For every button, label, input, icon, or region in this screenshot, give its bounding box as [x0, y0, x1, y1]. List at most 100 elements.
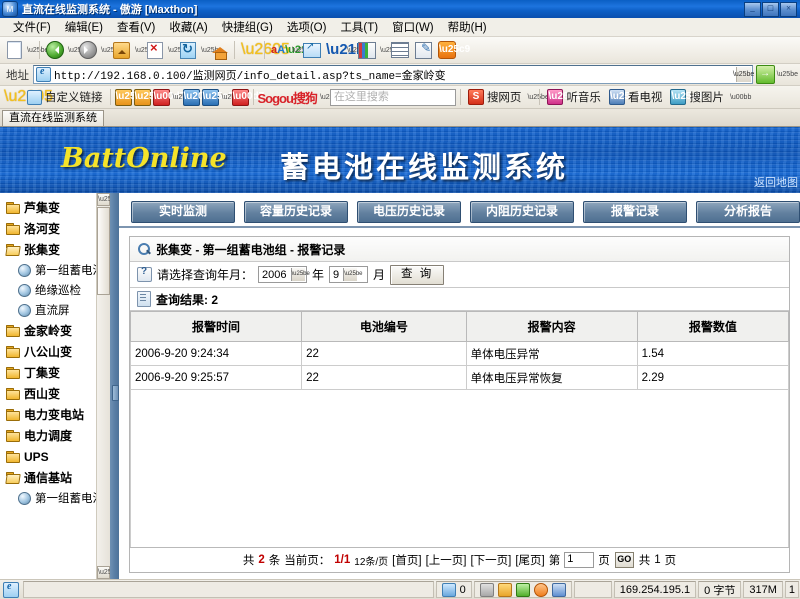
popup-window-button[interactable]: [301, 39, 323, 61]
tv-button[interactable]: \u25a3 看电视: [606, 88, 666, 106]
tree-node[interactable]: UPS: [2, 446, 110, 467]
rss-button[interactable]: \u25c9: [436, 39, 458, 61]
music-button[interactable]: \u266a 听音乐: [544, 88, 604, 106]
tree-node[interactable]: 电力变电站: [2, 404, 110, 425]
tree-node[interactable]: 第一组蓄电池组: [2, 260, 110, 280]
close-button[interactable]: ×: [780, 2, 797, 17]
address-dropdown-icon[interactable]: \u25be: [736, 67, 751, 82]
minimize-group-icon[interactable]: \u2013: [183, 89, 200, 106]
custom-links-item[interactable]: 自定义链接: [24, 88, 106, 106]
upload-dropdown-icon[interactable]: \u25be: [134, 47, 143, 54]
menu-item-group[interactable]: 快捷组(G): [215, 18, 280, 36]
back-button[interactable]: [44, 39, 66, 61]
close-all-icon[interactable]: \u00d7: [232, 89, 249, 106]
year-select[interactable]: 2006 \u25be: [258, 266, 307, 283]
splitter-collapse-handle[interactable]: [112, 385, 119, 401]
tree-node[interactable]: 张集变: [2, 239, 110, 260]
go-dropdown-icon[interactable]: \u25be: [775, 71, 798, 78]
search-input[interactable]: 在这里搜索: [330, 89, 456, 106]
upload-button[interactable]: [110, 39, 133, 61]
menu-item-favorites[interactable]: 收藏(A): [162, 18, 214, 36]
sogou-brand-label[interactable]: Sogou搜狗: [258, 88, 317, 107]
tree-node[interactable]: 八公山变: [2, 341, 110, 362]
module-tab[interactable]: 容量历史记录: [244, 201, 348, 223]
pager-prev-link[interactable]: [上一页]: [424, 552, 469, 568]
scroll-down-button[interactable]: \u25bc: [97, 566, 110, 579]
tree-node[interactable]: 绝缘巡检: [2, 280, 110, 300]
refresh-button[interactable]: [177, 39, 199, 61]
scroll-up-button[interactable]: \u25b2: [97, 193, 110, 206]
restore-group-icon[interactable]: \u25a3: [202, 89, 219, 106]
new-page-button[interactable]: [4, 39, 25, 61]
tree-node[interactable]: 洛河变: [2, 218, 110, 239]
close-tab-icon[interactable]: \u00d7: [153, 89, 170, 106]
back-to-map-link[interactable]: 返回地图: [754, 174, 798, 190]
filter-icon[interactable]: [498, 583, 512, 597]
month-chevron-down-icon[interactable]: \u25be: [343, 268, 357, 281]
translate-dropdown-icon[interactable]: \u25be: [291, 47, 300, 54]
tree-node[interactable]: 第一组蓄电池组: [2, 488, 110, 508]
search-web-dropdown-icon[interactable]: \u25be: [526, 94, 535, 101]
home-button[interactable]: [210, 39, 230, 61]
skin-dropdown-icon[interactable]: \u25be: [379, 47, 388, 54]
restore-button[interactable]: □: [762, 2, 779, 17]
forward-dropdown-icon[interactable]: \u25be: [100, 47, 109, 54]
menu-item-window[interactable]: 窗口(W): [385, 18, 441, 36]
menu-item-file[interactable]: 文件(F): [6, 18, 58, 36]
links-overflow-icon[interactable]: \u00bb: [729, 94, 738, 101]
back-dropdown-icon[interactable]: \u25be: [67, 47, 76, 54]
group-dropdown-icon[interactable]: \u25be: [221, 94, 230, 101]
tree-node[interactable]: 直流屏: [2, 300, 110, 320]
stop-button[interactable]: [144, 39, 166, 61]
pager-last-link[interactable]: [尾页]: [513, 552, 546, 568]
pager-go-button[interactable]: GO: [615, 552, 634, 568]
tree-node[interactable]: 电力调度: [2, 425, 110, 446]
menu-item-tools[interactable]: 工具(T): [333, 18, 385, 36]
close-tab-dropdown-icon[interactable]: \u25be: [172, 94, 181, 101]
pager-jump-input[interactable]: 1: [564, 552, 594, 568]
page-tab[interactable]: 直流在线监测系统: [2, 110, 104, 126]
search-web-button[interactable]: S 搜网页: [465, 88, 525, 106]
menu-item-help[interactable]: 帮助(H): [441, 18, 494, 36]
list-button[interactable]: [389, 39, 411, 61]
links-star-icon[interactable]: \u2605: [4, 89, 21, 105]
link-icon[interactable]: [480, 583, 494, 597]
minimize-button[interactable]: _: [744, 2, 761, 17]
tree-node[interactable]: 通信基站: [2, 467, 110, 488]
undo-dropdown-icon[interactable]: \u25be: [346, 47, 355, 54]
query-submit-button[interactable]: 查 询: [390, 265, 444, 285]
forward-button[interactable]: [77, 39, 99, 61]
tree-node[interactable]: 金家岭变: [2, 320, 110, 341]
translate-button[interactable]: aA\u21c4: [269, 39, 290, 61]
edit-button[interactable]: [412, 39, 435, 61]
pager-next-link[interactable]: [下一页]: [468, 552, 513, 568]
image-search-button[interactable]: \u25a4 搜图片: [667, 88, 727, 106]
settings-gear-icon[interactable]: [534, 583, 548, 597]
skin-button[interactable]: [356, 39, 378, 61]
scrollbar-thumb[interactable]: [97, 207, 110, 295]
tree-node[interactable]: 西山变: [2, 383, 110, 404]
prev-page-icon[interactable]: \u25c0: [115, 89, 132, 106]
favorites-button[interactable]: \u2605: [239, 39, 260, 61]
address-input[interactable]: http://192.168.0.100/监测网页/info_detail.as…: [33, 65, 753, 84]
year-chevron-down-icon[interactable]: \u25be: [291, 268, 305, 281]
sidebar-scrollbar[interactable]: \u25b2 \u25bc: [96, 193, 110, 579]
ad-block-counter[interactable]: 0: [436, 581, 472, 598]
menu-item-options[interactable]: 选项(O): [280, 18, 334, 36]
status-plugin-icons[interactable]: [474, 581, 572, 598]
tree-node[interactable]: 芦集变: [2, 197, 110, 218]
refresh-dropdown-icon[interactable]: \u25be: [200, 47, 209, 54]
new-page-dropdown-icon[interactable]: \u25be: [26, 47, 35, 54]
module-tab[interactable]: 内阻历史记录: [470, 201, 574, 223]
undo-button[interactable]: \u21b6: [324, 39, 345, 61]
sidebar-splitter[interactable]: [110, 193, 119, 579]
window-icon[interactable]: [552, 583, 566, 597]
sogou-dropdown-icon[interactable]: \u25be: [319, 94, 328, 101]
pager-first-link[interactable]: [首页]: [390, 552, 423, 568]
module-tab[interactable]: 电压历史记录: [357, 201, 461, 223]
tree-node[interactable]: 丁集变: [2, 362, 110, 383]
module-tab[interactable]: 报警记录: [583, 201, 687, 223]
module-tab[interactable]: 实时监测: [131, 201, 235, 223]
month-select[interactable]: 9 \u25be: [329, 266, 368, 283]
go-button[interactable]: →: [756, 65, 775, 84]
